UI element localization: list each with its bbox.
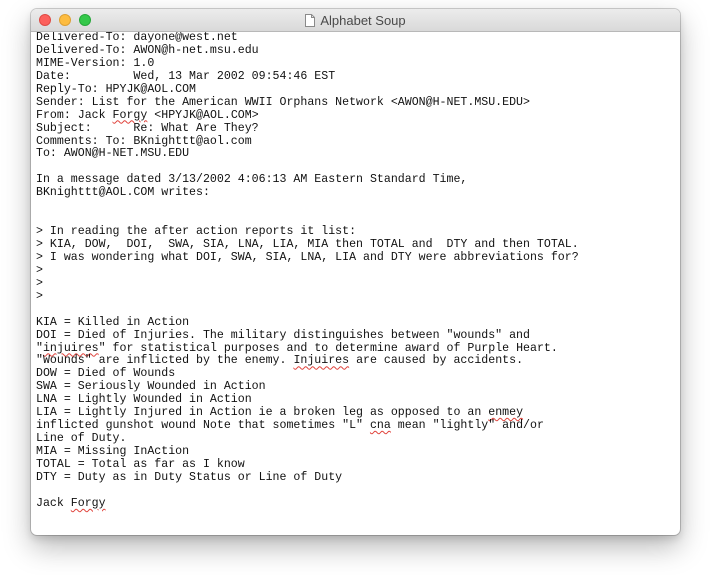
email-line <box>36 304 680 317</box>
email-line: From: Jack Forgy <HPYJK@AOL.COM> <box>36 108 259 122</box>
email-line: Date: Wed, 13 Mar 2002 09:54:46 EST <box>36 69 336 83</box>
email-line: Delivered-To: AWON@h-net.msu.edu <box>36 43 259 57</box>
email-line: > <box>36 276 43 290</box>
email-line: Jack Forgy <box>36 496 106 510</box>
document-icon <box>305 13 316 27</box>
title-bar[interactable]: Alphabet Soup <box>31 9 680 32</box>
email-line: > <box>36 289 43 303</box>
misspelled-word[interactable]: injuires <box>43 342 99 355</box>
email-line: MIA = Missing InAction <box>36 445 190 458</box>
text-document-window: Alphabet Soup Delivered-To: dayone@west.… <box>31 9 680 535</box>
misspelled-word[interactable]: Forgy <box>71 497 106 510</box>
misspelled-word[interactable]: cna <box>370 419 391 432</box>
email-line: inflicted gunshot wound Note that someti… <box>36 419 544 433</box>
email-body[interactable]: Delivered-To: dayone@west.net Delivered-T… <box>31 32 680 511</box>
email-line: > KIA, DOW, DOI, SWA, SIA, LNA, LIA, MIA… <box>36 238 579 251</box>
misspelled-word[interactable]: Injuires <box>293 354 349 367</box>
email-line <box>36 200 680 213</box>
email-line: BKnighttt@AOL.COM writes: <box>36 186 210 200</box>
window-title: Alphabet Soup <box>320 12 406 28</box>
email-line <box>36 485 680 498</box>
email-line: TOTAL = Total as far as I know <box>36 457 245 471</box>
email-line: DOI = Died of Injuries. The military dis… <box>36 328 530 342</box>
email-line: KIA = Killed in Action <box>36 315 190 329</box>
email-line: > <box>36 263 43 277</box>
misspelled-word[interactable]: Forgy <box>113 109 148 122</box>
email-line: To: AWON@H-NET.MSU.EDU <box>36 147 190 161</box>
email-line: Subject: Re: What Are They? <box>36 121 259 135</box>
window-title-group: Alphabet Soup <box>31 9 680 31</box>
email-line: Reply-To: HPYJK@AOL.COM <box>36 82 197 96</box>
email-line: DTY = Duty as in Duty Status or Line of … <box>36 470 343 484</box>
misspelled-word[interactable]: enmey <box>488 406 523 419</box>
document-text-area[interactable]: Delivered-To: dayone@west.net Delivered-T… <box>31 32 680 535</box>
email-line: > I was wondering what DOI, SWA, SIA, LN… <box>36 250 579 264</box>
email-line: Delivered-To: dayone@west.net <box>36 32 238 44</box>
email-line: MIME-Version: 1.0 <box>36 56 155 70</box>
